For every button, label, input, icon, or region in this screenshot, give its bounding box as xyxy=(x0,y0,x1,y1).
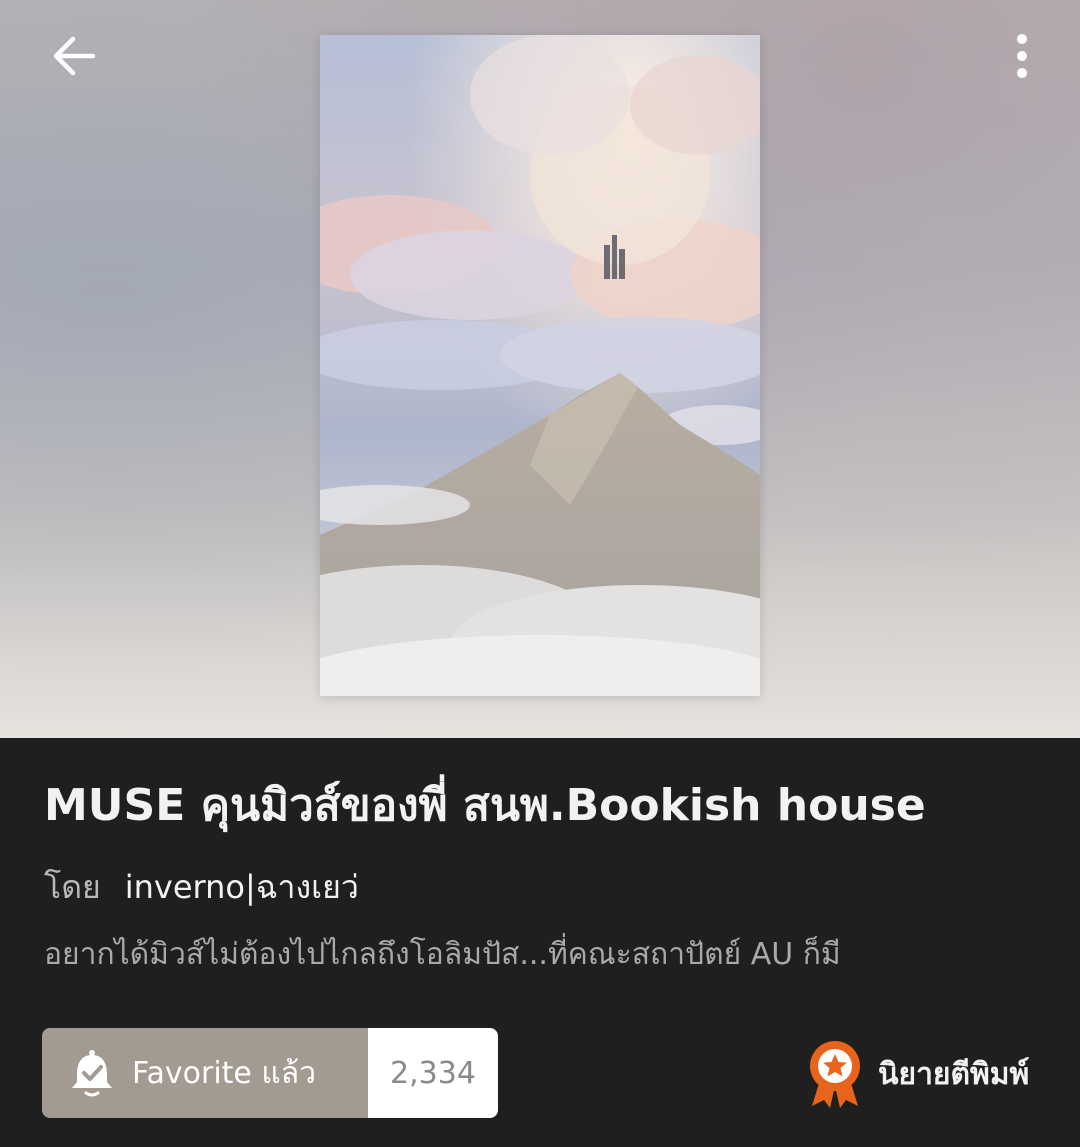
novel-title: MUSE คุนมิวส์ของพี่ สนพ.Bookish house xyxy=(44,780,926,831)
author-row: โดย inverno|ฉางเยว่ xyxy=(44,864,359,910)
favorite-label: Favorite แล้ว xyxy=(132,1055,316,1091)
novel-description: อยากได้มิวส์ไม่ต้องไปไกลถึงโอลิมปัส...ที… xyxy=(44,937,841,972)
published-novel-label: นิยายตีพิมพ์ xyxy=(878,1056,1030,1092)
more-vertical-icon xyxy=(1017,34,1027,78)
author-name-link[interactable]: inverno|ฉางเยว่ xyxy=(125,862,359,913)
award-ribbon-icon xyxy=(810,1041,860,1108)
more-options-button[interactable] xyxy=(996,26,1048,86)
favorite-button[interactable]: Favorite แล้ว xyxy=(42,1028,368,1118)
published-novel-badge[interactable]: นิยายตีพิมพ์ xyxy=(806,1038,1029,1110)
favorite-count: 2,334 xyxy=(368,1028,498,1118)
book-cover-image xyxy=(320,35,760,696)
cover-hero xyxy=(0,0,1080,738)
back-button[interactable] xyxy=(44,26,104,86)
favorite-widget: Favorite แล้ว 2,334 xyxy=(42,1028,498,1118)
author-prefix: โดย xyxy=(44,867,101,906)
bell-check-icon xyxy=(72,1050,112,1097)
novel-info-panel: MUSE คุนมิวส์ของพี่ สนพ.Bookish house โด… xyxy=(0,738,1080,1147)
arrow-left-icon xyxy=(53,36,96,76)
